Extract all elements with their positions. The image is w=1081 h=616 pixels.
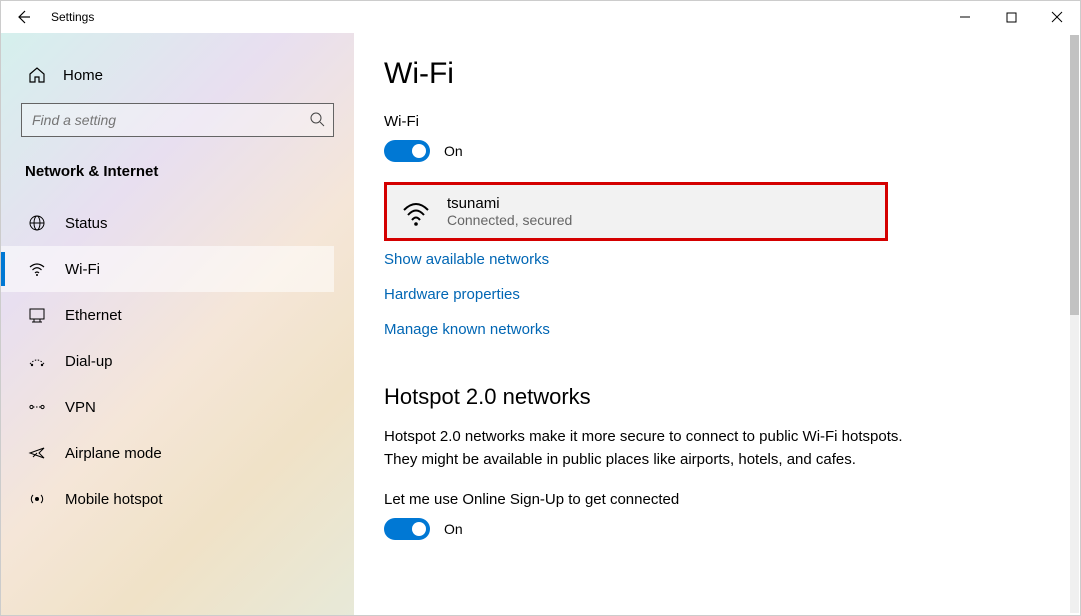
- sidebar-item-dialup[interactable]: Dial-up: [1, 338, 334, 384]
- ethernet-icon: [27, 305, 47, 325]
- sidebar-item-ethernet[interactable]: Ethernet: [1, 292, 334, 338]
- dialup-icon: [27, 351, 47, 371]
- sidebar-item-label: Airplane mode: [65, 445, 162, 462]
- sidebar-item-label: Mobile hotspot: [65, 491, 163, 508]
- wifi-signal-icon: [401, 198, 429, 226]
- wifi-toggle-state: On: [444, 143, 463, 159]
- sidebar-item-label: Wi-Fi: [65, 261, 100, 278]
- main-content: Wi-Fi Wi-Fi On tsunami Connected, secure…: [354, 33, 1080, 615]
- hotspot-heading: Hotspot 2.0 networks: [384, 384, 1050, 410]
- sidebar-item-wifi[interactable]: Wi-Fi: [1, 246, 334, 292]
- sidebar-category: Network & Internet: [21, 159, 334, 200]
- signup-toggle[interactable]: [384, 518, 430, 540]
- minimize-button[interactable]: [942, 1, 988, 33]
- sidebar-item-label: VPN: [65, 399, 96, 416]
- sidebar-item-vpn[interactable]: VPN: [1, 384, 334, 430]
- signup-label: Let me use Online Sign-Up to get connect…: [384, 491, 1050, 508]
- home-icon: [27, 65, 47, 85]
- network-name: tsunami: [447, 195, 572, 212]
- sidebar: Home Network & Internet Status: [1, 33, 354, 615]
- close-button[interactable]: [1034, 1, 1080, 33]
- sidebar-item-hotspot[interactable]: Mobile hotspot: [1, 476, 334, 522]
- wifi-toggle[interactable]: [384, 140, 430, 162]
- link-show-networks[interactable]: Show available networks: [384, 251, 549, 268]
- network-status: Connected, secured: [447, 212, 572, 228]
- search-icon: [309, 111, 325, 130]
- airplane-icon: [27, 443, 47, 463]
- titlebar: Settings: [1, 1, 1080, 33]
- current-network-card[interactable]: tsunami Connected, secured: [384, 182, 888, 241]
- sidebar-home-label: Home: [63, 67, 103, 84]
- sidebar-item-status[interactable]: Status: [1, 200, 334, 246]
- sidebar-home[interactable]: Home: [21, 57, 334, 103]
- search-input[interactable]: [32, 112, 309, 128]
- sidebar-item-airplane[interactable]: Airplane mode: [1, 430, 334, 476]
- window-title: Settings: [51, 10, 94, 24]
- hotspot-description: Hotspot 2.0 networks make it more secure…: [384, 426, 904, 471]
- search-box[interactable]: [21, 103, 334, 137]
- sidebar-item-label: Status: [65, 215, 108, 232]
- page-title: Wi-Fi: [384, 57, 1050, 91]
- scroll-thumb[interactable]: [1070, 35, 1079, 315]
- back-button[interactable]: [1, 1, 45, 33]
- link-hardware-properties[interactable]: Hardware properties: [384, 286, 520, 303]
- wifi-label: Wi-Fi: [384, 113, 1050, 130]
- sidebar-item-label: Dial-up: [65, 353, 113, 370]
- link-manage-networks[interactable]: Manage known networks: [384, 321, 550, 338]
- wifi-icon: [27, 259, 47, 279]
- hotspot-icon: [27, 489, 47, 509]
- scrollbar[interactable]: [1070, 35, 1079, 613]
- sidebar-item-label: Ethernet: [65, 307, 122, 324]
- maximize-button[interactable]: [988, 1, 1034, 33]
- signup-toggle-state: On: [444, 521, 463, 537]
- settings-window: Settings Home: [0, 0, 1081, 616]
- globe-icon: [27, 213, 47, 233]
- vpn-icon: [27, 397, 47, 417]
